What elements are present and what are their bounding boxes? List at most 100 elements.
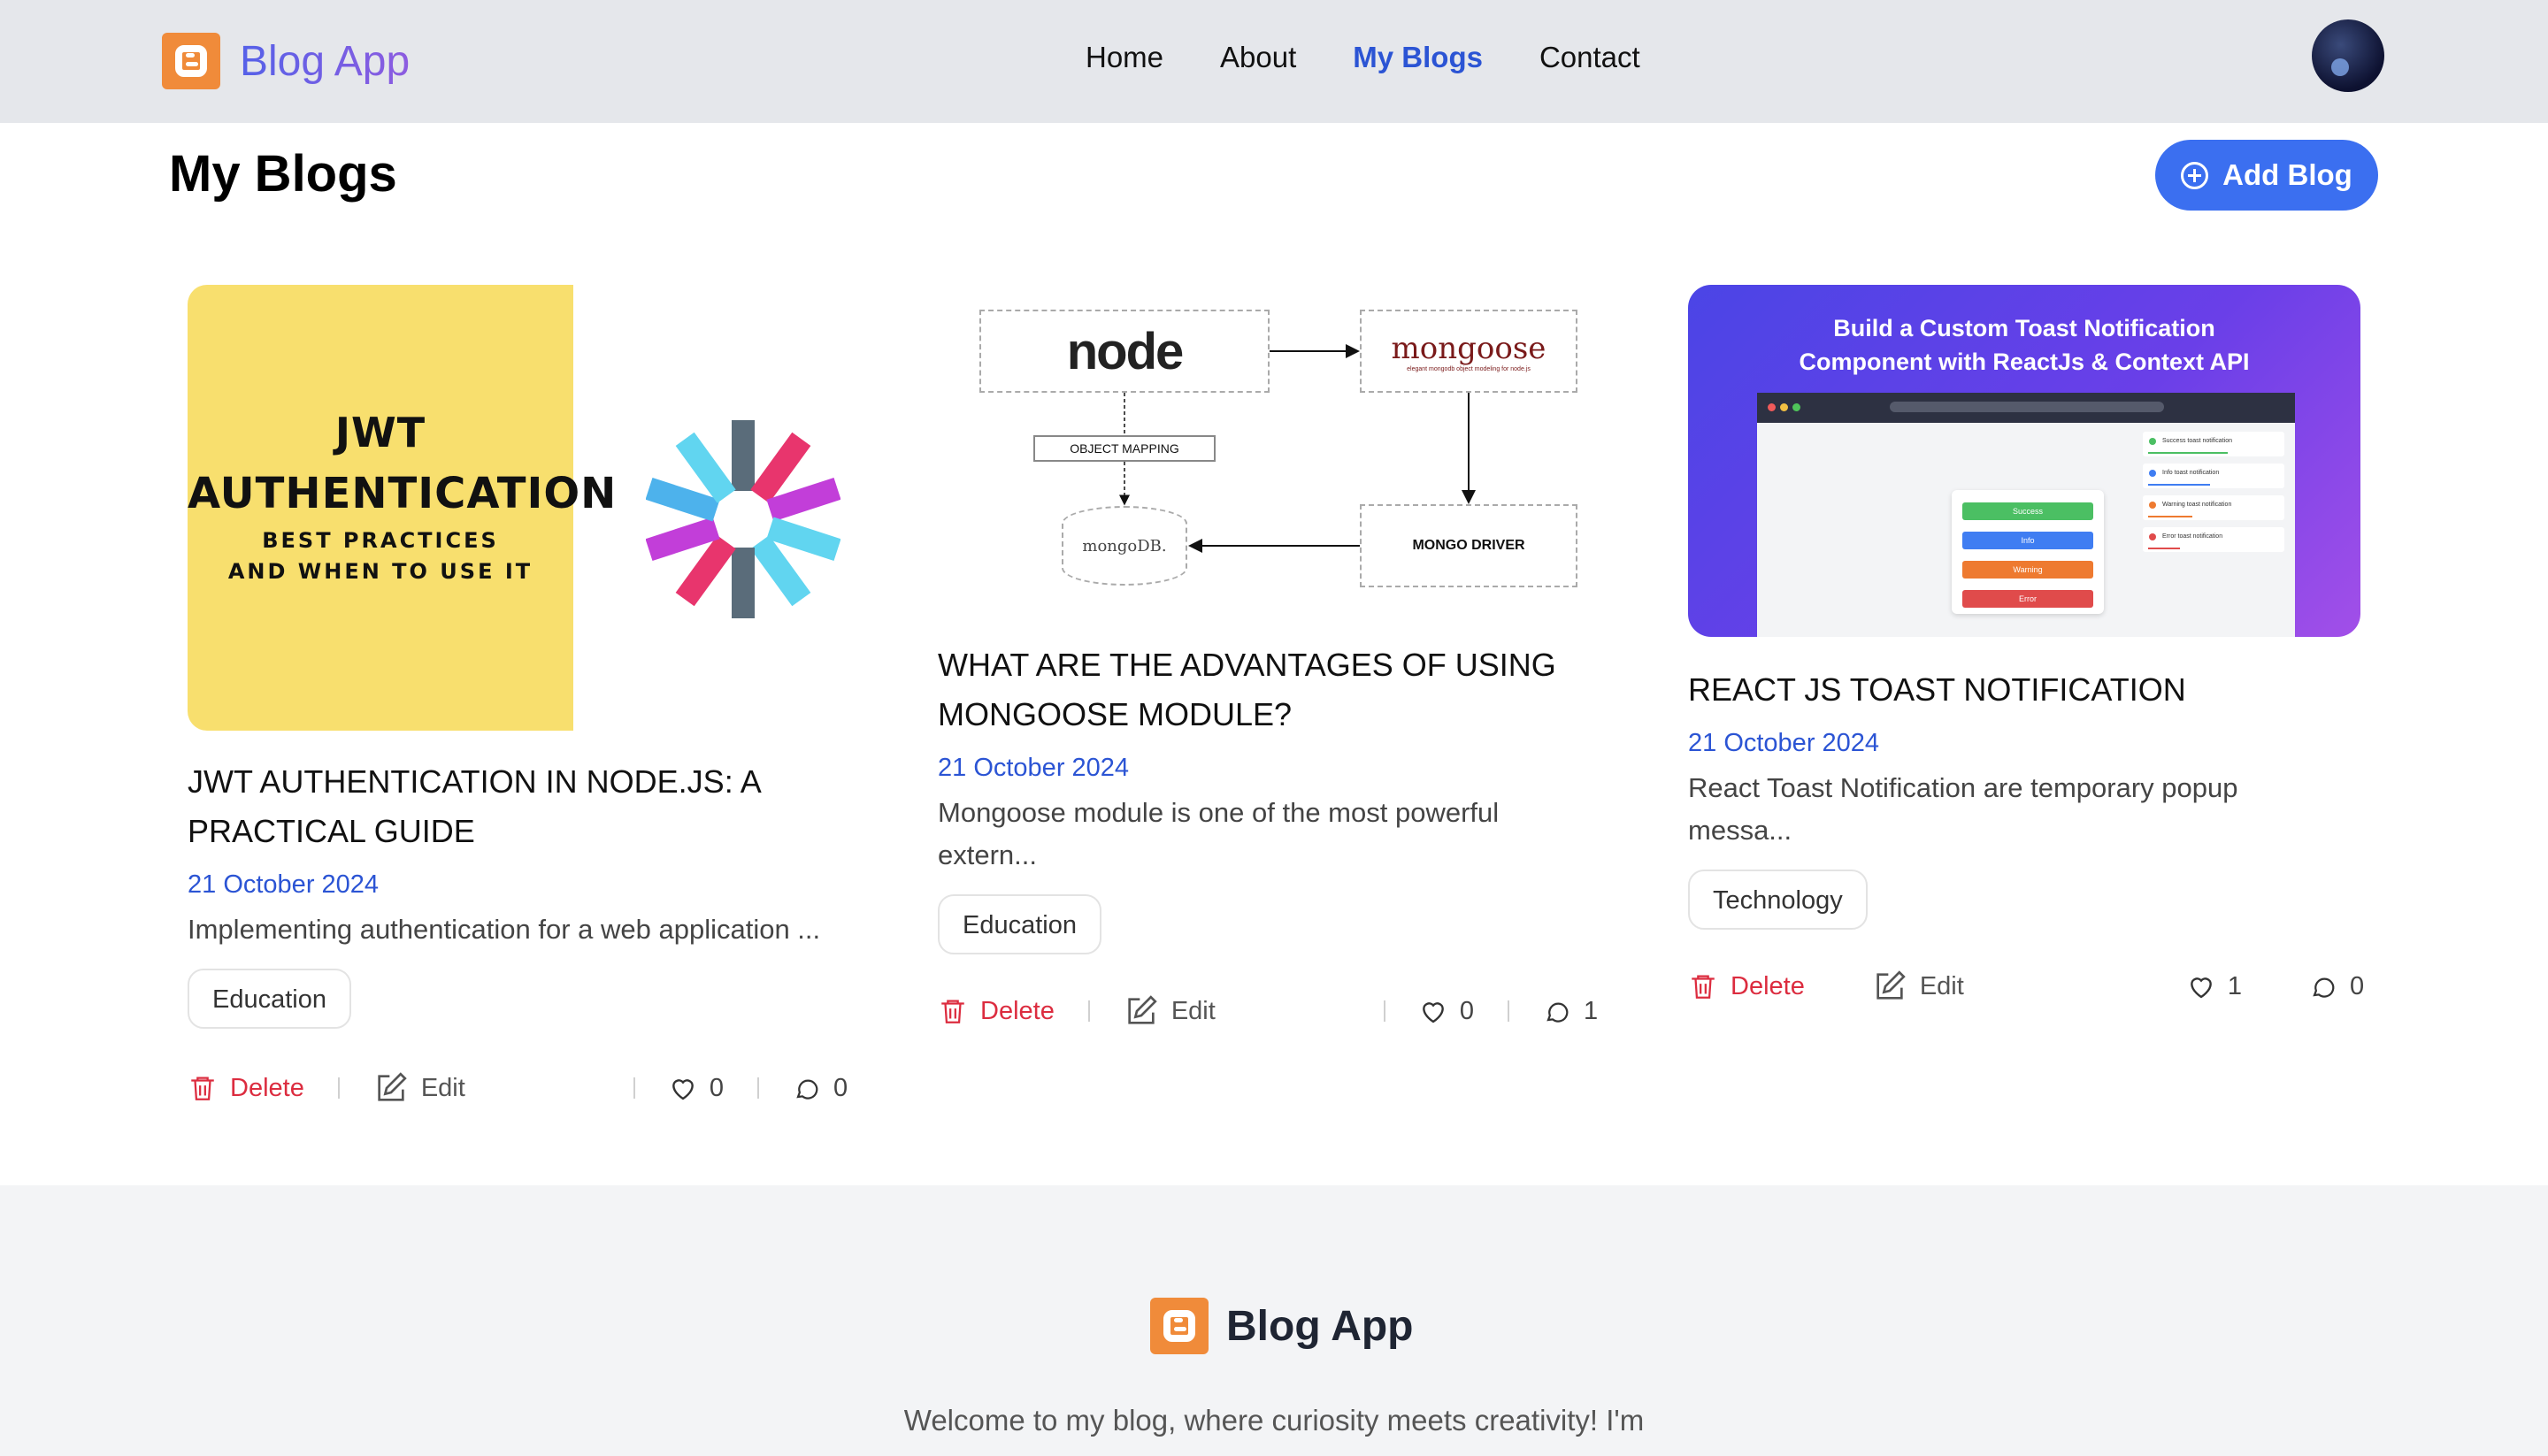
edit-button[interactable]: Edit (1124, 993, 1216, 1029)
like-button[interactable]: 1 (2187, 972, 2242, 1001)
heart-icon (2190, 977, 2212, 999)
blog-actions: Delete Edit 0 0 (188, 1070, 860, 1106)
blog-card: WHAT ARE THE ADVANTAGES OF USING MONGOOS… (938, 640, 1628, 954)
comment-icon (796, 1079, 818, 1100)
blog-excerpt: Implementing authentication for a web ap… (188, 914, 821, 945)
blog-card-image[interactable]: JWT AUTHENTICATION BEST PRACTICES AND WH… (188, 285, 867, 731)
heart-icon (1422, 1002, 1444, 1023)
blog-card: JWT AUTHENTICATION IN NODE.JS: A PRACTIC… (188, 757, 878, 1029)
toast-image-title: Build a Custom Toast Notification Compon… (1799, 315, 2250, 375)
delete-label: Delete (1731, 971, 1805, 1000)
like-button[interactable]: 0 (1419, 997, 1474, 1026)
footer-brand-name: Blog App (1226, 1302, 1414, 1350)
edit-icon (378, 1072, 407, 1101)
delete-button[interactable]: Delete (1688, 969, 1805, 1003)
jwt-cover: JWT AUTHENTICATION BEST PRACTICES AND WH… (188, 285, 618, 731)
edit-icon (1876, 970, 1906, 1000)
comment-button[interactable]: 0 (793, 1074, 848, 1103)
nav-home[interactable]: Home (1086, 41, 1163, 74)
delete-button[interactable]: Delete (188, 1071, 304, 1105)
add-blog-button[interactable]: Add Blog (2155, 140, 2378, 211)
edit-label: Edit (420, 1073, 465, 1102)
brand-link[interactable]: Blog App (162, 33, 410, 89)
blog-tag[interactable]: Education (938, 894, 1101, 954)
footer-brand[interactable]: Blog App (1150, 1298, 1414, 1354)
divider (756, 1077, 759, 1099)
blog-tag[interactable]: Technology (1688, 870, 1868, 930)
comment-icon (2313, 977, 2335, 998)
nav-contact[interactable]: Contact (1539, 41, 1640, 74)
blog-date: 21 October 2024 (938, 754, 1130, 782)
toast-warning-button: Warning (1962, 561, 2093, 579)
edit-button[interactable]: Edit (1872, 969, 1964, 1004)
comment-count: 1 (1583, 996, 1599, 1025)
nav-my-blogs[interactable]: My Blogs (1353, 41, 1483, 74)
blog-date: 21 October 2024 (188, 870, 380, 899)
divider (1087, 1000, 1090, 1022)
blog-title[interactable]: WHAT ARE THE ADVANTAGES OF USING MONGOOS… (938, 640, 1628, 739)
navbar: Blog App Home About My Blogs Contact (0, 0, 2548, 123)
page-title: My Blogs (169, 145, 397, 203)
jwt-cover-line: AND WHEN TO USE IT (227, 559, 533, 584)
blog-actions: Delete Edit 1 0 (1688, 969, 2364, 1004)
like-button[interactable]: 0 (669, 1074, 724, 1103)
comment-icon (1546, 1002, 1569, 1023)
trash-icon (1692, 975, 1715, 999)
blog-excerpt: React Toast Notification are temporary p… (1688, 772, 2238, 846)
toast-note: Warning toast notification (2143, 495, 2284, 520)
jwt-logo-icon (646, 420, 840, 618)
blogger-logo-icon (1150, 1298, 1209, 1354)
comment-button[interactable]: 1 (1543, 997, 1598, 1026)
toast-error-button: Error (1962, 590, 2093, 608)
like-count: 0 (1459, 996, 1474, 1025)
blog-card-image[interactable]: Build a Custom Toast Notification Compon… (1688, 285, 2360, 637)
toast-success-button: Success (1962, 502, 2093, 520)
plus-circle-icon (2181, 161, 2209, 189)
blog-date: 21 October 2024 (1688, 729, 1880, 757)
blog-title[interactable]: REACT JS TOAST NOTIFICATION (1688, 665, 2378, 715)
delete-button[interactable]: Delete (938, 994, 1055, 1028)
comment-count: 0 (2349, 971, 2365, 1000)
like-count: 0 (709, 1073, 724, 1102)
brand-name: Blog App (240, 37, 411, 85)
toast-note: Success toast notification (2143, 432, 2284, 456)
delete-label: Delete (230, 1073, 304, 1102)
footer: Blog App Welcome to my blog, where curio… (0, 1185, 2548, 1456)
user-avatar[interactable] (2312, 19, 2384, 92)
blog-title[interactable]: JWT AUTHENTICATION IN NODE.JS: A PRACTIC… (188, 757, 878, 856)
blog-tag[interactable]: Education (188, 969, 351, 1029)
blogger-logo-icon (162, 33, 220, 89)
blog-card: REACT JS TOAST NOTIFICATION 21 October 2… (1688, 665, 2378, 930)
comment-button[interactable]: 0 (2309, 972, 2364, 1001)
heart-icon (672, 1079, 694, 1100)
nav-about[interactable]: About (1220, 41, 1296, 74)
jwt-cover-line: JWT (334, 409, 426, 456)
divider (633, 1077, 635, 1099)
jwt-cover-line: AUTHENTICATION (188, 469, 618, 518)
footer-description: Welcome to my blog, where curiosity meet… (903, 1404, 1645, 1437)
blog-card-image[interactable]: node mongoose elegant mongodb object mod… (960, 292, 1615, 602)
edit-button[interactable]: Edit (373, 1070, 465, 1106)
edit-label: Edit (1170, 996, 1216, 1025)
add-blog-label: Add Blog (2222, 158, 2352, 191)
edit-label: Edit (1919, 971, 1964, 1000)
edit-icon (1128, 995, 1157, 1024)
comment-count: 0 (833, 1073, 848, 1102)
nav-links: Home About My Blogs Contact (1086, 41, 1640, 74)
toast-note: Error toast notification (2143, 527, 2284, 552)
delete-label: Delete (980, 996, 1055, 1025)
like-count: 1 (2227, 971, 2242, 1000)
trash-icon (191, 1077, 214, 1100)
divider (337, 1077, 340, 1099)
toast-info-button: Info (1962, 532, 2093, 549)
divider (1507, 1000, 1509, 1022)
jwt-cover-line: BEST PRACTICES (262, 528, 499, 553)
browser-mockup: Success Info Warning Error Success toast… (1757, 393, 2295, 637)
diagram-arrows (1119, 344, 1476, 553)
divider (1383, 1000, 1385, 1022)
trash-icon (941, 1000, 964, 1023)
blog-actions: Delete Edit 0 1 (938, 993, 1610, 1029)
toast-demo-panel: Success Info Warning Error (1952, 490, 2104, 614)
toast-note: Info toast notification (2143, 464, 2284, 488)
blog-excerpt: Mongoose module is one of the most power… (938, 797, 1500, 870)
